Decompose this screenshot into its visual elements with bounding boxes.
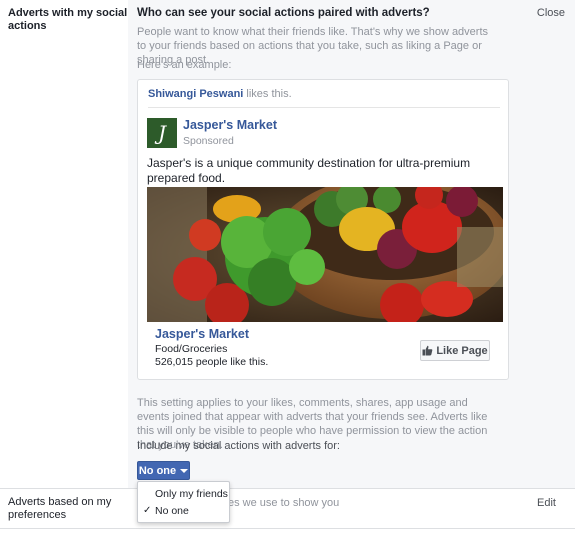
row-divider [0, 488, 575, 489]
social-actions-row-label: Adverts with my social actions [8, 7, 128, 32]
social-actions-content: Who can see your social actions paired w… [128, 0, 575, 488]
dropdown-option-only-my-friends[interactable]: Only my friends [138, 485, 229, 503]
like-page-button[interactable]: Like Page [420, 340, 490, 361]
footer-page-name[interactable]: Jasper's Market [155, 327, 249, 341]
vegetables-bowl-photo[interactable] [147, 187, 503, 322]
example-ad-card: Shiwangi Peswani likes this. J Jasper's … [137, 79, 509, 380]
ad-settings-panel: Adverts with my social actions Who can s… [0, 0, 575, 541]
checkmark-icon: ✓ [143, 505, 152, 516]
include-label: Include my social actions with adverts f… [137, 440, 340, 452]
row-divider-bottom [0, 528, 575, 529]
page-logo-letter: J [157, 121, 167, 145]
preferences-row-description: es we use to show you [228, 497, 340, 509]
footer-category: Food/Groceries [155, 343, 228, 355]
social-context-line: Shiwangi Peswani likes this. [148, 88, 292, 100]
page-logo[interactable]: J [147, 118, 177, 148]
example-label: Here's an example: [137, 59, 232, 71]
ad-text: Jasper's is a unique community destinati… [147, 156, 471, 185]
vegetables-illustration [147, 187, 503, 322]
chevron-down-icon [180, 468, 189, 473]
sponsored-label: Sponsored [183, 135, 234, 147]
like-page-label: Like Page [436, 344, 488, 357]
close-link[interactable]: Close [537, 7, 565, 19]
edit-link[interactable]: Edit [537, 497, 556, 509]
page-name-link[interactable]: Jasper's Market [183, 118, 277, 132]
audience-selector-label: No one [138, 464, 177, 477]
ad-card-divider [148, 107, 500, 108]
social-actions-question: Who can see your social actions paired w… [137, 7, 430, 19]
dropdown-option-label: No one [155, 505, 189, 517]
audience-dropdown-menu: Only my friends ✓ No one [137, 481, 230, 523]
friend-name[interactable]: Shiwangi Peswani [148, 88, 243, 100]
audience-selector-button[interactable]: No one [137, 461, 190, 480]
dropdown-option-label: Only my friends [155, 488, 228, 500]
dropdown-option-no-one[interactable]: ✓ No one [138, 502, 229, 520]
social-actions-setting-row: Adverts with my social actions Who can s… [0, 0, 575, 488]
footer-likes-count: 526,015 people like this. [155, 356, 269, 368]
thumbs-up-icon [422, 345, 433, 356]
friend-action: likes this. [246, 88, 292, 100]
preferences-row-label: Adverts based on my preferences [8, 496, 112, 521]
